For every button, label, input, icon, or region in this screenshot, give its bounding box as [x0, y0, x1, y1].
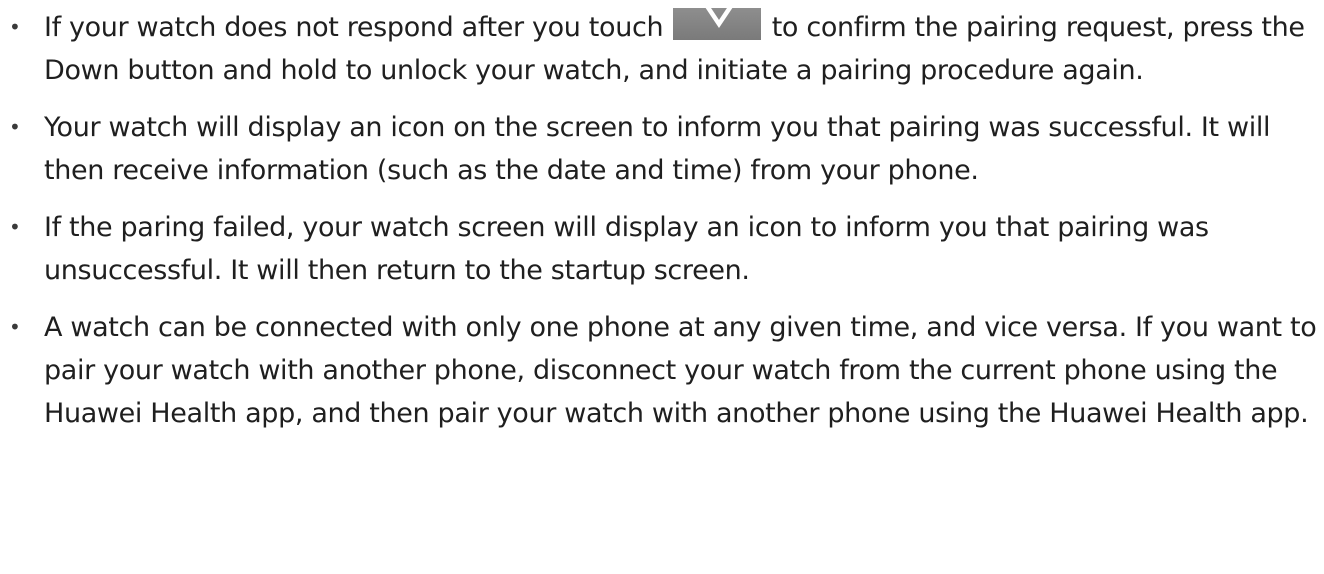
bullet-item-one-phone-limit: • A watch can be connected with only one… [0, 306, 1324, 435]
bullet-text: A watch can be connected with only one p… [44, 312, 1317, 429]
bullet-text: Your watch will display an icon on the s… [44, 112, 1271, 186]
bullet-marker: • [9, 115, 21, 139]
bullet-text-before-icon: If your watch does not respond after you… [44, 12, 664, 43]
bullet-item-unresponsive-watch: • If your watch does not respond after y… [0, 6, 1324, 92]
bullet-text: If the paring failed, your watch screen … [44, 212, 1209, 286]
bullet-marker: • [9, 315, 21, 339]
instruction-bullet-list: • If your watch does not respond after y… [0, 6, 1324, 449]
confirm-check-icon [673, 8, 762, 40]
bullet-item-pairing-success: • Your watch will display an icon on the… [0, 106, 1324, 192]
bullet-marker: • [9, 215, 21, 239]
bullet-item-pairing-failed: • If the paring failed, your watch scree… [0, 206, 1324, 292]
bullet-marker: • [9, 15, 21, 39]
